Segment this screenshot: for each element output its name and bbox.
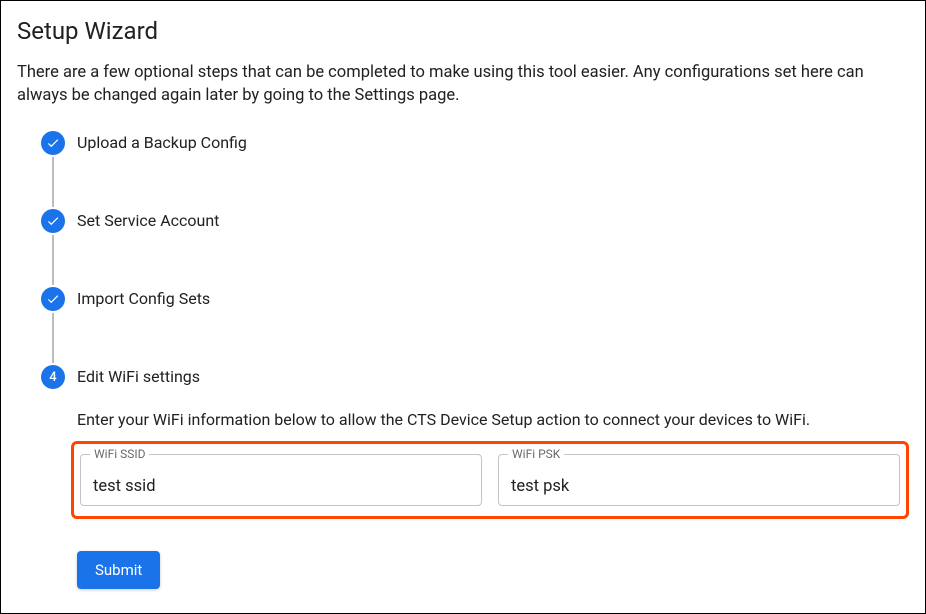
wifi-ssid-label: WiFi SSID bbox=[90, 447, 149, 461]
step-connector bbox=[52, 157, 54, 207]
submit-button[interactable]: Submit bbox=[77, 551, 160, 589]
wifi-psk-field: WiFi PSK bbox=[498, 454, 900, 506]
wifi-ssid-field: WiFi SSID bbox=[80, 454, 482, 506]
page-description: There are a few optional steps that can … bbox=[17, 61, 909, 107]
page-title: Setup Wizard bbox=[17, 17, 909, 45]
step-label[interactable]: Set Service Account bbox=[77, 211, 909, 230]
wifi-psk-input[interactable] bbox=[498, 454, 900, 506]
wifi-instruction: Enter your WiFi information below to all… bbox=[77, 410, 909, 429]
step-upload-backup-config: Upload a Backup Config bbox=[41, 131, 909, 209]
step-connector bbox=[52, 313, 54, 363]
step-number-icon: 4 bbox=[41, 365, 65, 389]
step-import-config-sets: Import Config Sets bbox=[41, 287, 909, 365]
wifi-psk-label: WiFi PSK bbox=[508, 447, 564, 461]
check-icon bbox=[41, 287, 65, 311]
check-icon bbox=[41, 209, 65, 233]
step-label[interactable]: Edit WiFi settings bbox=[77, 367, 909, 386]
step-label[interactable]: Import Config Sets bbox=[77, 289, 909, 308]
check-icon bbox=[41, 131, 65, 155]
wifi-ssid-input[interactable] bbox=[80, 454, 482, 506]
stepper: Upload a Backup Config Set Service Accou… bbox=[17, 131, 909, 597]
step-label[interactable]: Upload a Backup Config bbox=[77, 133, 909, 152]
step-connector bbox=[52, 235, 54, 285]
step-set-service-account: Set Service Account bbox=[41, 209, 909, 287]
wifi-form-highlight: WiFi SSID WiFi PSK bbox=[71, 441, 909, 519]
step-edit-wifi-settings: 4 Edit WiFi settings Enter your WiFi inf… bbox=[41, 365, 909, 597]
